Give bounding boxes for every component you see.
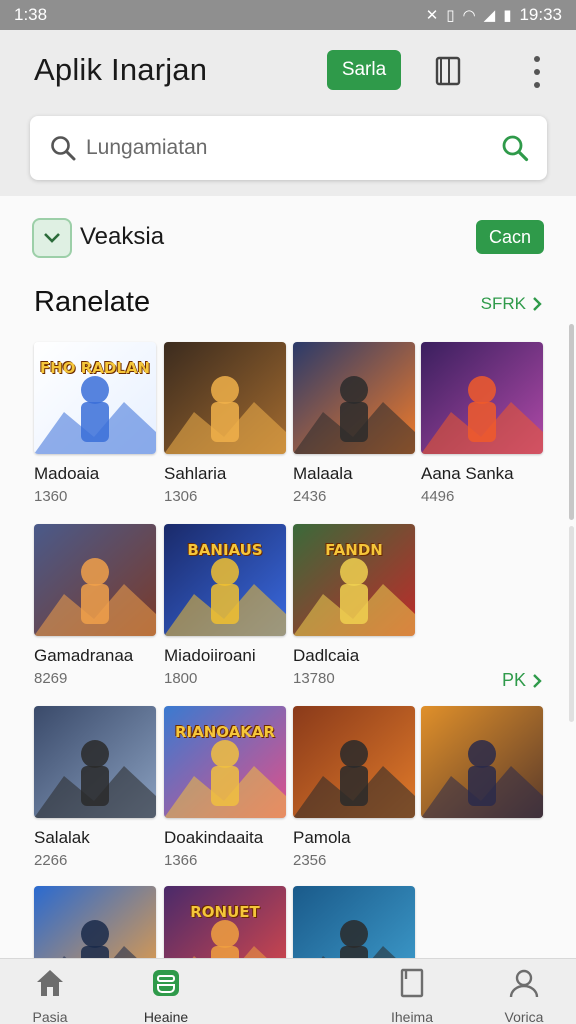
app-thumbnail[interactable] — [34, 706, 156, 818]
search-icon — [51, 136, 76, 161]
filter-checkbox[interactable] — [32, 218, 72, 258]
battery-icon: ▮ — [503, 7, 512, 24]
app-card[interactable]: RIANOAKAR Doakindaaita 1366 — [164, 706, 286, 869]
app-thumbnail[interactable] — [421, 706, 543, 818]
clipboard-icon[interactable] — [435, 56, 461, 86]
app-name: Madoaia — [34, 464, 100, 483]
filter-action-button[interactable]: Cacn — [476, 220, 544, 254]
page-title: Aplik Inarjan — [34, 52, 208, 87]
app-card[interactable]: FANDN Dadlcaia 13780 — [293, 524, 415, 687]
book-icon — [400, 968, 424, 998]
wifi-icon: ◠ — [462, 7, 476, 24]
chevron-right-icon — [533, 297, 542, 311]
search-bar — [30, 116, 547, 180]
chevron-down-icon — [44, 233, 60, 243]
app-count: 8269 — [34, 670, 68, 687]
app-thumbnail[interactable] — [293, 342, 415, 454]
more-link-label: PK — [501, 670, 526, 690]
app-card[interactable]: BANIAUS Miadoiiroani 1800 — [164, 524, 286, 687]
app-card[interactable]: Aana Sanka 4496 — [421, 342, 543, 505]
section-title: Ranelate — [34, 286, 151, 318]
app-card[interactable] — [293, 886, 415, 958]
bottom-nav: Pasia Heaine Iheima Vorica — [0, 958, 576, 1024]
app-count: 2356 — [293, 852, 327, 869]
app-thumbnail[interactable]: FHO RADLAN — [34, 342, 156, 454]
scrollbar-thumb[interactable] — [569, 324, 574, 520]
person-icon — [509, 969, 539, 998]
app-name: Dadlcaia — [293, 646, 360, 665]
app-art-text: RONUET — [190, 903, 260, 921]
nav-label-apps: Heaine — [143, 1009, 189, 1024]
signal-icon: ◢ — [483, 7, 496, 24]
app-thumbnail[interactable] — [293, 886, 415, 958]
app-card[interactable]: Gamadranaa 8269 — [34, 524, 156, 687]
app-card[interactable]: Sahlaria 1306 — [164, 342, 286, 505]
filter-label: Veaksia — [80, 223, 165, 250]
app-card[interactable]: Malaala 2436 — [293, 342, 415, 505]
app-count: 2266 — [34, 852, 68, 869]
app-art-text: FHO RADLAN — [39, 359, 151, 377]
nav-label-home: Pasia — [32, 1009, 68, 1024]
nav-item-apps[interactable]: Heaine — [116, 959, 216, 1024]
app-count: 2436 — [293, 488, 327, 505]
app-thumbnail[interactable] — [293, 706, 415, 818]
scrollbar-track — [569, 526, 574, 722]
mute-icon: ✕ — [425, 7, 439, 24]
app-name: Pamola — [293, 828, 351, 847]
app-card[interactable]: RONUET — [164, 886, 286, 958]
app-card[interactable] — [34, 886, 156, 958]
vibrate-icon: ▯ — [446, 7, 455, 24]
app-art-text: BANIAUS — [187, 541, 263, 559]
app-thumbnail[interactable]: RONUET — [164, 886, 286, 958]
app-card[interactable] — [421, 706, 543, 818]
app-count: 13780 — [293, 670, 335, 687]
search-input[interactable] — [86, 132, 466, 164]
app-name: Sahlaria — [164, 464, 227, 483]
app-name: Gamadranaa — [34, 646, 134, 665]
app-thumbnail[interactable] — [34, 524, 156, 636]
status-icons: ✕ ▯ ◠ ◢ ▮ 19:33 — [426, 5, 562, 25]
app-art-text: FANDN — [325, 541, 383, 559]
app-name: Miadoiiroani — [164, 646, 256, 665]
app-art-text: RIANOAKAR — [174, 723, 276, 741]
app-thumbnail[interactable] — [34, 886, 156, 958]
app-count: 1360 — [34, 488, 68, 505]
nav-item-home[interactable]: Pasia — [0, 959, 100, 1024]
app-name: Doakindaaita — [164, 828, 264, 847]
app-count: 1306 — [164, 488, 198, 505]
app-thumbnail[interactable]: RIANOAKAR — [164, 706, 286, 818]
nav-item-library[interactable]: Iheima — [362, 959, 462, 1024]
app-count: 1366 — [164, 852, 198, 869]
app-thumbnail[interactable]: BANIAUS — [164, 524, 286, 636]
app-card[interactable]: Pamola 2356 — [293, 706, 415, 869]
see-all-label: SFRK — [480, 294, 526, 313]
app-name: Salalak — [34, 828, 90, 847]
app-count: 1800 — [164, 670, 198, 687]
status-bar: 1:38 ✕ ▯ ◠ ◢ ▮ 19:33 — [0, 0, 576, 30]
app-thumbnail[interactable]: FANDN — [293, 524, 415, 636]
apps-icon — [153, 970, 179, 996]
home-icon — [37, 970, 63, 996]
save-button[interactable]: Sarla — [327, 50, 401, 90]
nav-item-profile[interactable]: Vorica — [474, 959, 574, 1024]
app-bar: Aplik Inarjan Sarla — [0, 30, 576, 196]
chevron-right-icon — [533, 673, 542, 688]
app-card[interactable]: FHO RADLAN Madoaia 1360 — [34, 342, 156, 505]
see-all-link[interactable]: SFRK — [481, 294, 542, 314]
app-name: Malaala — [293, 464, 353, 483]
main-content: Veaksia Cacn Ranelate SFRK PK FHO RADLAN… — [0, 196, 576, 958]
more-vert-icon[interactable] — [528, 54, 546, 90]
status-time-left: 1:38 — [14, 5, 48, 24]
status-time-right: 19:33 — [519, 5, 562, 24]
more-link[interactable]: PK — [502, 670, 542, 691]
search-go-icon[interactable] — [501, 134, 529, 162]
nav-label-library: Iheima — [390, 1009, 434, 1024]
app-thumbnail[interactable] — [164, 342, 286, 454]
app-card[interactable]: Salalak 2266 — [34, 706, 156, 869]
nav-label-profile: Vorica — [504, 1009, 544, 1024]
app-thumbnail[interactable] — [421, 342, 543, 454]
app-count: 4496 — [421, 488, 455, 505]
app-name: Aana Sanka — [421, 464, 514, 483]
